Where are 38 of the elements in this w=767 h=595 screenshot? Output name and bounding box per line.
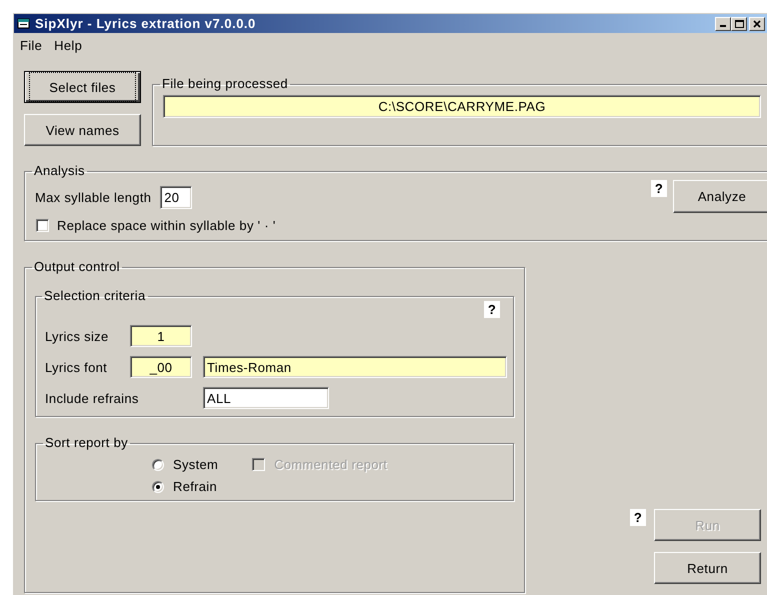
close-button[interactable] — [749, 16, 765, 30]
minimize-button[interactable] — [715, 16, 731, 30]
checkbox-label: Replace space within syllable by ' · ' — [57, 218, 276, 233]
field-label: Include refrains — [45, 390, 139, 406]
text-field[interactable]: 1 — [130, 325, 192, 347]
help-button[interactable]: ? — [484, 301, 500, 318]
window-title: SipXlyr - Lyrics extration v7.0.0.0 — [35, 16, 256, 31]
group-label: File being processed — [162, 76, 288, 91]
close-icon — [753, 20, 761, 28]
maximize-icon — [734, 20, 744, 28]
analyze-button[interactable]: Analyze — [673, 180, 767, 213]
field-label: Lyrics font — [45, 360, 108, 374]
maximize-button[interactable] — [731, 16, 747, 30]
text-field[interactable]: _00 — [130, 356, 192, 378]
select-files-button[interactable]: Select files — [24, 71, 141, 103]
radio-label: System — [173, 457, 218, 472]
radio-label: Refrain — [173, 479, 218, 494]
file-path-field[interactable]: C:\SCORE\CARRYME.PAG — [163, 95, 761, 118]
syllable-length-field[interactable]: 20 — [160, 186, 192, 209]
group-label: Sort report by — [45, 435, 128, 450]
help-button[interactable]: ? — [630, 509, 646, 526]
radio-button[interactable] — [152, 480, 164, 492]
app-icon — [17, 17, 31, 30]
view-names-button[interactable]: View names — [24, 114, 141, 146]
radio-button[interactable] — [152, 458, 164, 470]
minimize-icon — [720, 25, 726, 27]
text-field[interactable]: Times-Roman — [203, 356, 507, 378]
field-label: Max syllable length — [35, 190, 152, 205]
menu-item[interactable]: Help — [54, 38, 82, 56]
text-field[interactable]: ALL — [203, 387, 329, 409]
group-label: Output control — [34, 259, 120, 274]
menu-item[interactable]: File — [20, 38, 42, 56]
help-button[interactable]: ? — [651, 180, 667, 197]
field-label: Lyrics size — [45, 328, 108, 344]
return-button[interactable]: Return — [654, 552, 761, 584]
group-label: Selection criteria — [44, 288, 146, 303]
checkbox[interactable] — [36, 219, 49, 232]
group-label: Analysis — [34, 163, 85, 178]
